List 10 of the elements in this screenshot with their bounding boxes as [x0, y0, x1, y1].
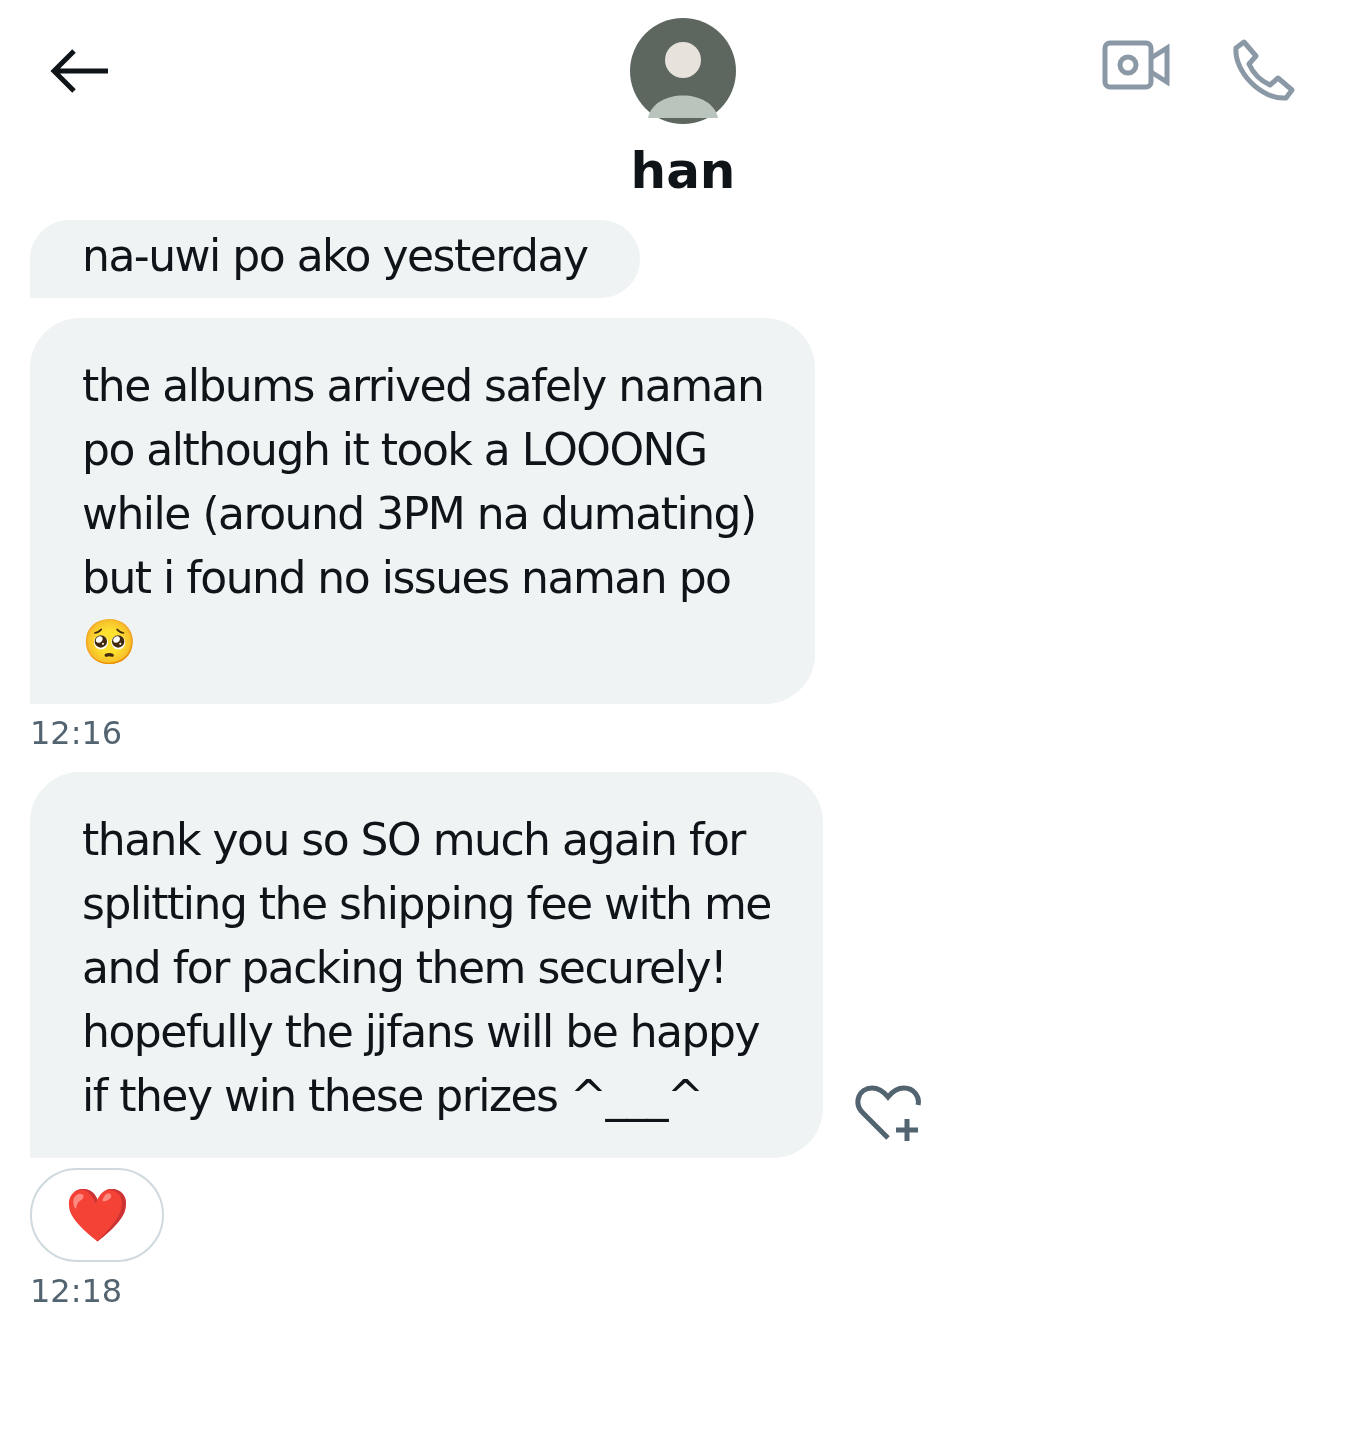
reaction[interactable]: ❤ [30, 1168, 164, 1262]
video-call-icon[interactable] [1102, 38, 1170, 92]
timestamp: 12:16 [30, 714, 124, 752]
message-bubble: na-uwi po ako yesterday [30, 220, 640, 298]
back-arrow-icon[interactable] [50, 48, 110, 94]
message-bubble: the albums arrived safely naman po although it took a LOOONG while (around 3PM na dumating) but i found no issues naman po 🥺 [30, 318, 816, 704]
contact-name: han [630, 146, 736, 196]
phone-icon[interactable] [1230, 38, 1296, 104]
timestamp: 12:18 [30, 1272, 124, 1310]
message-bubble: thank you so SO much again for splitting the shipping fee with me and for packing them securely! hopefully the jjfans will be happy if they win these prizes ^___^ [30, 772, 823, 1158]
